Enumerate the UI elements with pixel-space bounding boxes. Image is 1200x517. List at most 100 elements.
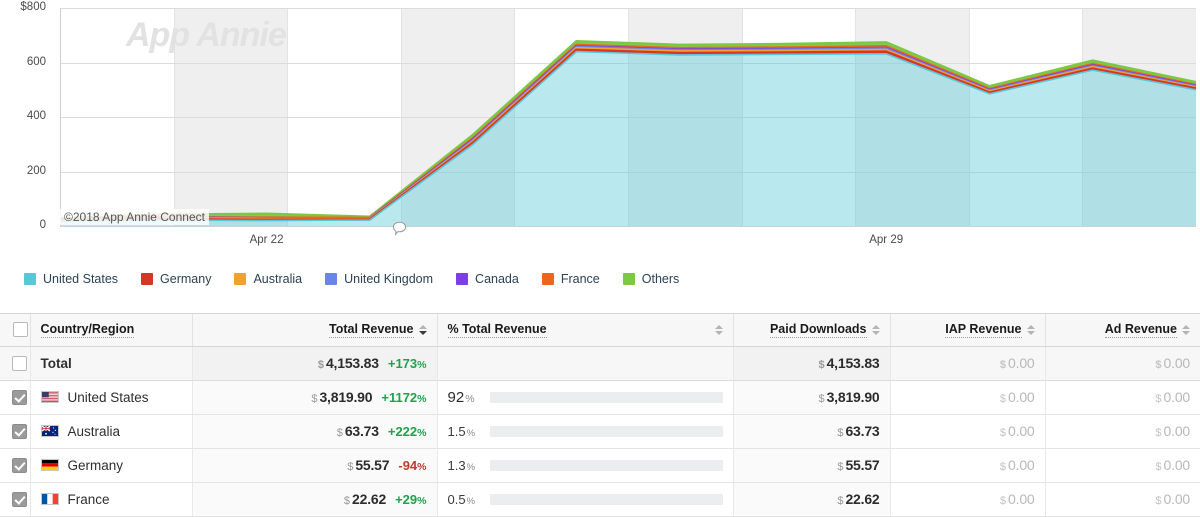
currency-symbol: $ <box>837 495 844 507</box>
revenue-change-badge: +222% <box>388 424 427 439</box>
pct-total-revenue-label: 0.5% <box>448 492 482 507</box>
sort-arrows-icon[interactable] <box>1182 324 1190 336</box>
row-select-cell[interactable] <box>0 380 31 415</box>
cell-iap-revenue: $0.00 <box>890 414 1046 449</box>
table-row[interactable]: United States $3,819.90 +1172% 92% $3,819.90… <box>0 380 1200 415</box>
legend-item-others[interactable]: Others <box>622 272 679 286</box>
sort-arrows-icon[interactable] <box>714 324 723 336</box>
cell-paid-downloads: $63.73 <box>733 414 891 449</box>
iap-revenue-value: 0.00 <box>1008 457 1035 473</box>
select-all-checkbox[interactable] <box>13 322 29 338</box>
percent-symbol: % <box>417 461 427 473</box>
row-select-cell[interactable] <box>0 482 31 517</box>
sort-arrows-icon[interactable] <box>871 324 880 336</box>
column-header-ad-revenue-label: Ad Revenue <box>1104 321 1177 338</box>
cell-pct-total-revenue: 92% <box>437 380 734 415</box>
row-select-checkbox[interactable] <box>12 356 27 372</box>
row-select-checkbox[interactable] <box>12 492 27 508</box>
currency-symbol: $ <box>347 461 354 473</box>
table-row[interactable]: Australia $63.73 +222% 1.5% $63.73 $0.00 $0.00 <box>0 414 1200 449</box>
cell-total-revenue: $55.57 -94% <box>192 448 438 483</box>
legend-color-swatch <box>24 273 36 285</box>
flag-icon-us <box>40 391 59 403</box>
total-revenue-value: 55.57 <box>355 457 390 473</box>
cell-paid-downloads: $22.62 <box>733 482 891 517</box>
hover-point-marker[interactable] <box>392 221 407 236</box>
revenue-change-value: +173 <box>387 356 418 371</box>
percent-symbol: % <box>466 495 476 507</box>
pct-total-revenue-label: 1.5% <box>448 424 482 439</box>
currency-symbol: $ <box>336 427 343 439</box>
legend-item-canada[interactable]: Canada <box>456 272 519 286</box>
column-header-paid-downloads-label: Paid Downloads <box>769 321 867 338</box>
column-header-paid-downloads[interactable]: Paid Downloads <box>733 314 891 347</box>
country-name-label: France <box>67 491 110 507</box>
row-select-checkbox[interactable] <box>12 390 27 406</box>
row-select-cell[interactable] <box>0 346 31 381</box>
legend-item-france[interactable]: France <box>541 272 600 286</box>
legend-item-united-states[interactable]: United States <box>24 272 118 286</box>
currency-symbol: $ <box>818 359 825 371</box>
legend-item-germany[interactable]: Germany <box>141 272 211 286</box>
column-header-total-revenue[interactable]: Total Revenue <box>192 314 438 347</box>
pct-total-revenue-label: 92% <box>448 389 482 406</box>
column-header-country[interactable]: Country/Region <box>30 314 193 347</box>
currency-symbol: $ <box>1155 359 1162 371</box>
iap-revenue-value: 0.00 <box>1008 491 1035 507</box>
cell-country: France <box>30 482 193 517</box>
pct-bar-track <box>489 425 723 437</box>
currency-symbol: $ <box>837 427 844 439</box>
currency-symbol: $ <box>1155 427 1162 439</box>
legend-color-swatch <box>456 273 469 285</box>
table-row-total[interactable]: Total $4,153.83 +173% $4,153.83 $0.00 $0.00 <box>0 346 1200 381</box>
ad-revenue-value: 0.00 <box>1163 389 1191 405</box>
cell-iap-revenue: $0.00 <box>890 448 1046 483</box>
row-select-cell[interactable] <box>0 414 31 449</box>
percent-symbol: % <box>466 461 476 473</box>
legend-item-australia[interactable]: Australia <box>234 272 302 286</box>
legend-item-label: France <box>560 272 600 286</box>
percent-symbol: % <box>465 392 475 405</box>
pct-bar-track <box>489 459 723 471</box>
column-header-ad-revenue[interactable]: Ad Revenue <box>1045 314 1200 347</box>
y-axis-tick-label: $800 <box>20 1 46 13</box>
sort-arrows-icon[interactable] <box>418 324 427 336</box>
legend-color-swatch <box>141 273 154 285</box>
table-row[interactable]: Germany $55.57 -94% 1.3% $55.57 $0.00 $0.00 <box>0 448 1200 483</box>
paid-downloads-value: 3,819.90 <box>826 389 880 405</box>
sort-arrows-icon[interactable] <box>1026 324 1035 336</box>
cell-country: United States <box>30 380 193 415</box>
revenue-change-badge: -94% <box>398 458 426 473</box>
y-axis: $800 600 400 200 0 <box>0 0 52 230</box>
country-name-label: Germany <box>67 457 124 473</box>
row-select-cell[interactable] <box>0 448 31 483</box>
pct-value: 1.3 <box>447 457 466 473</box>
iap-revenue-value: 0.00 <box>1008 389 1035 405</box>
legend-item-label: Canada <box>475 272 519 286</box>
column-header-iap-revenue[interactable]: IAP Revenue <box>890 314 1046 347</box>
column-header-pct-total-revenue[interactable]: % Total Revenue <box>437 314 734 347</box>
revenue-chart-panel: $800 600 400 200 0 App Annie ©2018 App Annie… <box>0 0 1200 262</box>
legend-color-swatch <box>234 273 247 285</box>
select-all-header[interactable] <box>0 314 31 347</box>
row-select-checkbox[interactable] <box>12 458 27 474</box>
revenue-change-badge: +1172% <box>381 390 426 405</box>
row-select-checkbox[interactable] <box>12 424 27 440</box>
flag-icon-fr <box>40 493 59 505</box>
paid-downloads-value: 22.62 <box>845 491 880 507</box>
percent-symbol: % <box>417 359 427 371</box>
legend-item-united-kingdom[interactable]: United Kingdom <box>325 272 433 286</box>
pct-value: 0.5 <box>447 491 466 507</box>
revenue-change-value: +1172 <box>381 390 418 405</box>
country-name-label: United States <box>67 389 149 405</box>
currency-symbol: $ <box>999 393 1007 405</box>
revenue-change-value: -94 <box>398 458 418 473</box>
legend-item-label: United States <box>43 272 119 286</box>
table-row[interactable]: France $22.62 +29% 0.5% $22.62 $0.00 $0.00 <box>0 482 1200 517</box>
currency-symbol: $ <box>343 495 351 507</box>
cell-iap-revenue: $0.00 <box>890 346 1046 381</box>
legend-item-label: Australia <box>253 272 303 286</box>
cell-ad-revenue: $0.00 <box>1045 414 1200 449</box>
country-revenue-table: Country/Region Total Revenue % Total Rev… <box>0 313 1200 517</box>
currency-symbol: $ <box>311 393 318 405</box>
